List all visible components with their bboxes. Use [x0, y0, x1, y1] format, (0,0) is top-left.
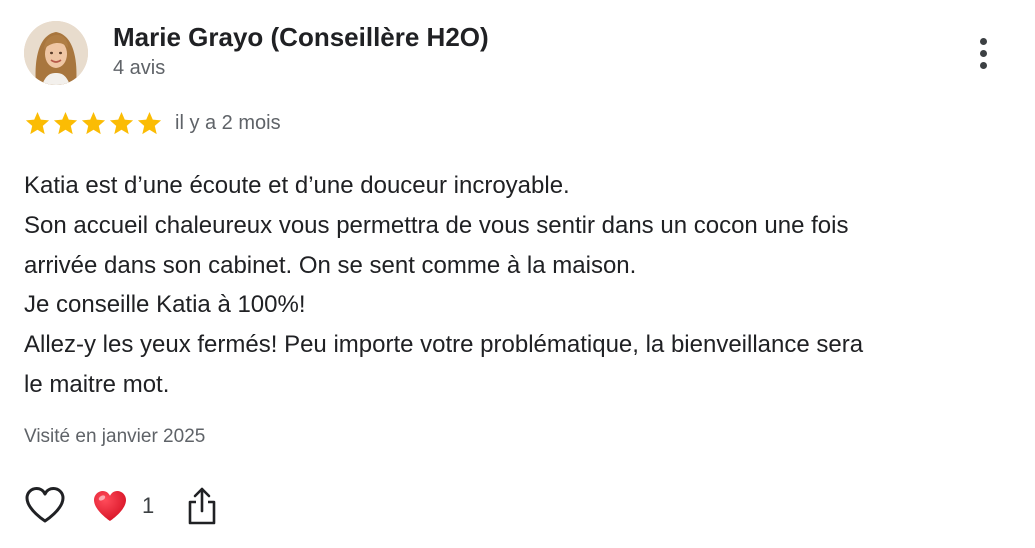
more-vertical-icon — [979, 37, 987, 45]
visit-date: Visité en janvier 2025 — [24, 426, 206, 447]
red-heart-emoji-icon — [94, 491, 126, 521]
review-text: Katia est d’une écoute et d’une douceur … — [24, 166, 1024, 405]
share-button[interactable] — [186, 486, 218, 526]
star-icon — [25, 112, 50, 135]
more-vertical-icon-dot — [979, 49, 987, 57]
heart-reaction[interactable]: 1 — [92, 488, 154, 524]
more-vertical-icon-dot — [979, 61, 987, 69]
star-icon — [81, 112, 106, 135]
more-options-button[interactable] — [968, 32, 998, 74]
review-text-line: Je conseille Katia à 100%! — [24, 291, 306, 319]
avatar[interactable] — [24, 21, 88, 85]
author-name[interactable]: Marie Grayo (Conseillère H2O) — [113, 22, 489, 53]
star-icon — [137, 112, 162, 135]
review-text-line: Katia est d’une écoute et d’une douceur … — [24, 172, 570, 199]
star-rating — [24, 110, 163, 137]
review-text-line: arrivée dans son cabinet. On se sent com… — [24, 251, 637, 279]
author-review-count: 4 avis — [113, 57, 166, 79]
like-button[interactable] — [24, 486, 66, 524]
share-icon — [188, 487, 216, 525]
reaction-count: 1 — [142, 493, 155, 518]
user-photo-avatar-icon — [24, 21, 88, 85]
review-text-line: Allez-y les yeux fermés! Peu importe vot… — [24, 331, 864, 359]
review-actions: 1 — [0, 484, 300, 528]
star-icon — [109, 112, 134, 135]
review-date: il y a 2 mois — [175, 112, 281, 134]
heart-outline-icon — [25, 487, 65, 523]
star-icon — [53, 112, 78, 135]
review-card: Marie Grayo (Conseillère H2O) 4 avis il … — [0, 0, 1035, 548]
review-text-line: Son accueil chaleureux vous permettra de… — [24, 211, 849, 239]
review-text-line: le maitre mot. — [24, 370, 170, 398]
